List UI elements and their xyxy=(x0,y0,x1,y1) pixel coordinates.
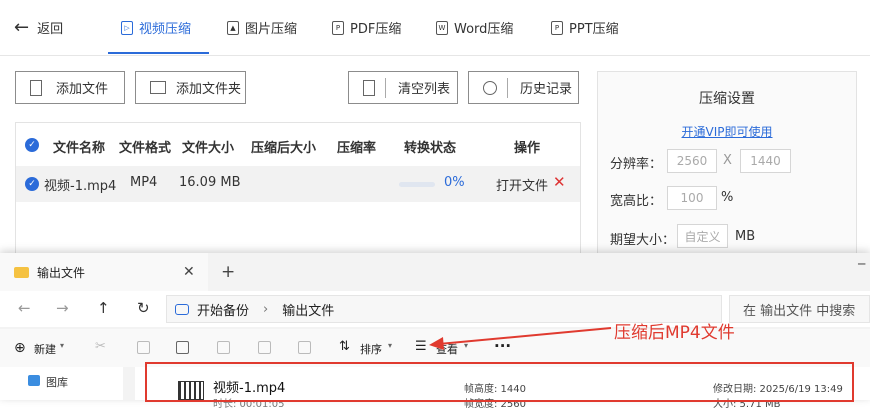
copy-icon[interactable] xyxy=(137,341,150,354)
delete-icon[interactable] xyxy=(298,341,311,354)
pdf-icon: P xyxy=(332,20,344,35)
active-tab-indicator xyxy=(108,52,209,54)
folder-icon xyxy=(14,266,29,278)
table-header: ✓ 文件名称 文件格式 文件大小 压缩后大小 压缩率 转换状态 操作 xyxy=(16,123,580,166)
breadcrumb-item[interactable]: 开始备份 xyxy=(197,300,249,319)
sort-button[interactable]: 排序 xyxy=(360,341,382,357)
clock-icon xyxy=(483,80,497,95)
delete-icon[interactable]: ✕ xyxy=(553,173,566,191)
aspect-ratio-label: 宽高比： xyxy=(610,194,663,209)
column-header: 文件大小 xyxy=(182,141,235,156)
tab-label: PDF压缩 xyxy=(350,22,402,37)
aspect-unit: % xyxy=(721,190,734,205)
button-divider xyxy=(385,77,386,98)
column-header: 操作 xyxy=(514,141,541,156)
column-header: 压缩后大小 xyxy=(251,141,317,156)
add-folder-label: 添加文件夹 xyxy=(176,82,242,97)
video-icon: ▷ xyxy=(121,20,133,35)
minimize-icon[interactable]: ─ xyxy=(858,257,865,271)
target-size-input[interactable]: 自定义 xyxy=(677,224,728,248)
column-header: 转换状态 xyxy=(404,141,457,156)
chevron-down-icon: ▾ xyxy=(388,341,393,350)
button-divider xyxy=(507,77,508,98)
tab-video-compress[interactable]: ▷ 视频压缩 xyxy=(121,18,191,37)
file-size: 16.09 MB xyxy=(179,175,241,190)
tab-ppt-compress[interactable]: P PPT压缩 xyxy=(551,18,619,37)
image-icon: ▲ xyxy=(227,20,239,35)
tab-label: 视频压缩 xyxy=(139,22,192,37)
new-button[interactable]: 新建 xyxy=(34,341,56,357)
compression-settings-panel: 压缩设置 开通VIP即可使用 分辨率： 2560 X 1440 宽高比： 100… xyxy=(597,71,857,263)
gallery-icon xyxy=(28,375,40,386)
chevron-down-icon: ▾ xyxy=(60,341,65,350)
sort-icon: ⇅ xyxy=(339,339,350,354)
add-file-button[interactable]: 添加文件 xyxy=(15,71,125,104)
up-arrow-icon[interactable]: ↑ xyxy=(97,299,110,317)
column-header: 文件名称 xyxy=(53,141,106,156)
resolution-height-input[interactable]: 1440 xyxy=(740,149,791,173)
search-input[interactable]: 在 输出文件 中搜索 xyxy=(729,295,870,323)
refresh-icon[interactable]: ↻ xyxy=(137,299,150,317)
tab-word-compress[interactable]: W Word压缩 xyxy=(436,18,513,37)
word-icon: W xyxy=(436,20,448,35)
back-button[interactable]: ← 返回 xyxy=(14,18,63,37)
file-name: 视频-1.mp4 xyxy=(44,179,117,194)
highlight-box xyxy=(145,362,854,402)
share-icon[interactable] xyxy=(258,341,271,354)
explorer-tab[interactable]: 输出文件 ✕ xyxy=(0,253,208,291)
table-row[interactable]: ✓ 视频-1.mp4 MP4 16.09 MB 0% 打开文件 ✕ xyxy=(16,166,580,202)
arrow-left-icon: ← xyxy=(14,16,30,38)
paste-icon[interactable] xyxy=(176,341,189,354)
history-button[interactable]: 历史记录 xyxy=(468,71,579,104)
tab-pdf-compress[interactable]: P PDF压缩 xyxy=(332,18,401,37)
ppt-icon: P xyxy=(551,20,563,35)
resolution-separator: X xyxy=(723,153,732,168)
annotation-arrow xyxy=(429,327,612,350)
column-header: 文件格式 xyxy=(119,141,172,156)
tab-label: 图片压缩 xyxy=(245,22,298,37)
clear-list-label: 清空列表 xyxy=(398,82,451,97)
back-label: 返回 xyxy=(37,22,64,37)
resolution-width-input[interactable]: 2560 xyxy=(667,149,717,173)
progress-bar xyxy=(399,182,435,187)
cut-icon[interactable]: ✂ xyxy=(95,339,106,354)
rename-icon[interactable] xyxy=(217,341,230,354)
aspect-ratio-input[interactable]: 100 xyxy=(667,186,717,210)
sidebar-item-gallery[interactable]: 图库 xyxy=(46,374,68,390)
tab-label: Word压缩 xyxy=(454,22,514,37)
annotation-label: 压缩后MP4文件 xyxy=(614,323,735,343)
open-file-link[interactable]: 打开文件 xyxy=(496,175,548,194)
target-size-label: 期望大小： xyxy=(610,233,676,248)
new-tab-button[interactable]: + xyxy=(221,262,235,282)
close-tab-icon[interactable]: ✕ xyxy=(183,264,195,280)
plus-circle-icon: ⊕ xyxy=(14,340,26,356)
progress-percent: 0% xyxy=(444,175,465,190)
size-unit: MB xyxy=(735,229,756,244)
tab-title: 输出文件 xyxy=(37,265,86,280)
vip-link[interactable]: 开通VIP即可使用 xyxy=(598,123,856,140)
file-add-icon xyxy=(30,79,42,96)
tab-image-compress[interactable]: ▲ 图片压缩 xyxy=(227,18,297,37)
chevron-right-icon: › xyxy=(263,301,269,317)
tab-label: PPT压缩 xyxy=(569,22,619,37)
folder-add-icon xyxy=(150,81,166,94)
column-header: 压缩率 xyxy=(337,141,377,156)
history-label: 历史记录 xyxy=(520,82,573,97)
clear-list-button[interactable]: 清空列表 xyxy=(348,71,458,104)
settings-title: 压缩设置 xyxy=(699,91,755,107)
search-placeholder: 在 输出文件 中搜索 xyxy=(743,303,856,319)
file-table: ✓ 文件名称 文件格式 文件大小 压缩后大小 压缩率 转换状态 操作 ✓ 视频-… xyxy=(15,122,581,259)
navigation-pane: 图库 xyxy=(0,367,123,400)
add-folder-button[interactable]: 添加文件夹 xyxy=(135,71,246,104)
resolution-label: 分辨率： xyxy=(610,157,663,172)
add-file-label: 添加文件 xyxy=(56,82,109,97)
forward-arrow-icon[interactable]: → xyxy=(56,299,69,317)
file-format: MP4 xyxy=(130,175,158,190)
breadcrumb-item[interactable]: 输出文件 xyxy=(282,300,334,319)
back-arrow-icon[interactable]: ← xyxy=(18,299,31,317)
computer-icon xyxy=(175,303,189,315)
select-all-checkbox[interactable]: ✓ xyxy=(25,138,39,152)
row-checkbox[interactable]: ✓ xyxy=(25,177,39,191)
trash-icon xyxy=(363,79,375,96)
